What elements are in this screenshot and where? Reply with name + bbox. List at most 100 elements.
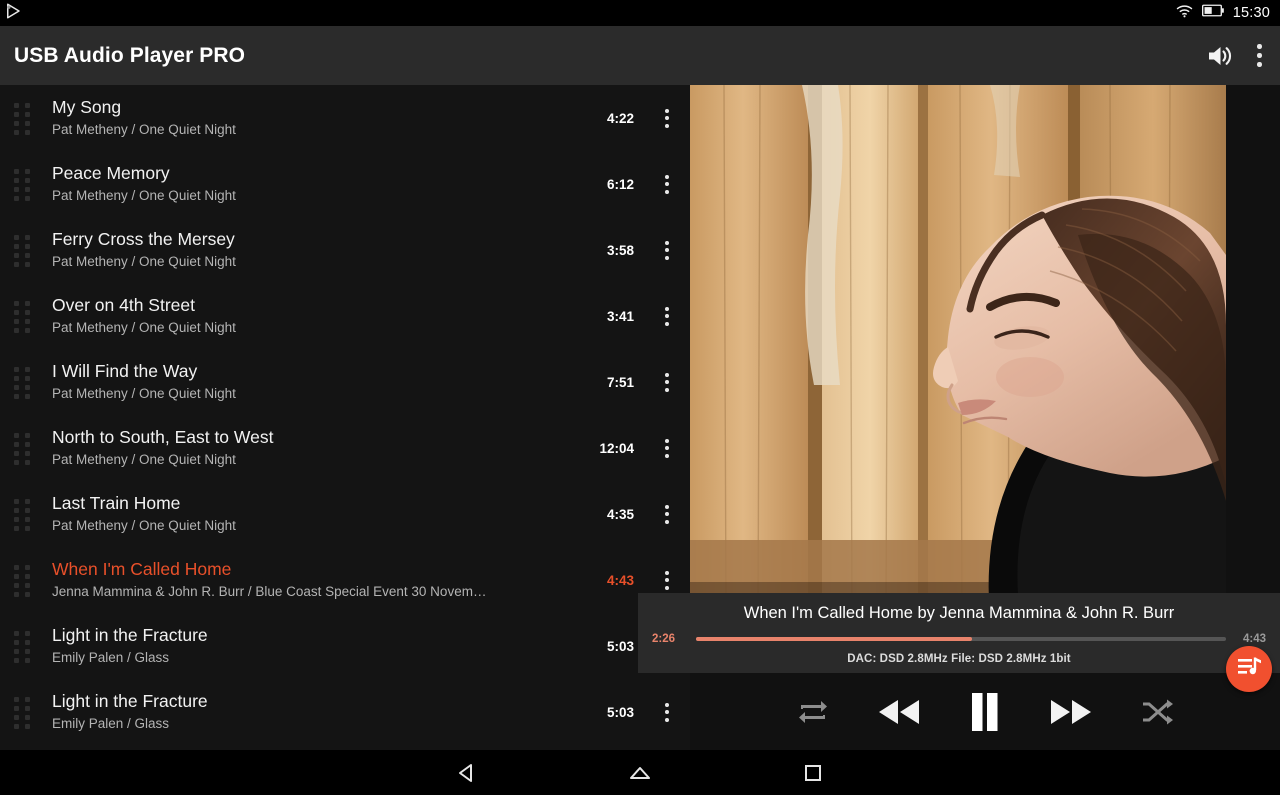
track-subtitle: Pat Metheny / One Quiet Night (52, 518, 236, 534)
repeat-icon[interactable] (796, 697, 830, 727)
track-info: Peace Memory Pat Metheny / One Quiet Nigh… (40, 162, 572, 206)
track-overflow-icon[interactable] (644, 372, 690, 392)
app-title: USB Audio Player PRO (14, 43, 246, 67)
track-overflow-icon[interactable] (644, 240, 690, 260)
drag-handle-icon[interactable] (14, 696, 40, 729)
drag-handle-icon[interactable] (14, 366, 40, 399)
battery-icon (1201, 4, 1224, 22)
drag-handle-icon[interactable] (14, 168, 40, 201)
track-title: North to South, East to West (52, 427, 274, 448)
track-subtitle: Pat Metheny / One Quiet Night (52, 320, 236, 336)
track-duration: 4:22 (606, 110, 634, 126)
track-row[interactable]: Light in the Fracture Emily Palen / Glass… (0, 679, 690, 745)
track-overflow-icon[interactable] (644, 174, 690, 194)
track-overflow-icon[interactable] (644, 438, 690, 458)
track-overflow-icon[interactable] (644, 702, 690, 722)
fast-forward-icon[interactable] (1048, 694, 1094, 730)
queue-music-icon (1236, 654, 1262, 685)
track-subtitle: Pat Metheny / One Quiet Night (52, 386, 236, 402)
track-row[interactable]: Peace Memory Pat Metheny / One Quiet Nigh… (0, 151, 690, 217)
track-row[interactable]: Over on 4th Street Pat Metheny / One Quie… (0, 283, 690, 349)
track-row[interactable]: Ferry Cross the Mersey Pat Metheny / One … (0, 217, 690, 283)
track-info: I Will Find the Way Pat Metheny / One Qui… (40, 360, 572, 404)
track-title: Peace Memory (52, 163, 170, 184)
rewind-icon[interactable] (876, 694, 922, 730)
track-title: Over on 4th Street (52, 295, 195, 316)
track-title: Light in the Fracture (52, 625, 208, 646)
volume-up-icon[interactable] (1205, 42, 1235, 70)
overflow-menu-icon[interactable] (1257, 44, 1262, 67)
drag-handle-icon[interactable] (14, 630, 40, 663)
track-info: Light in the Fracture Emily Palen / Glass (40, 624, 572, 668)
track-subtitle: Pat Metheny / One Quiet Night (52, 254, 236, 270)
track-duration: 4:43 (606, 572, 634, 588)
track-duration: 5:03 (606, 638, 634, 654)
track-subtitle: Pat Metheny / One Quiet Night (52, 452, 236, 468)
shuffle-icon[interactable] (1140, 697, 1174, 727)
track-row[interactable]: Last Train Home Pat Metheny / One Quiet N… (0, 481, 690, 547)
track-info: Last Train Home Pat Metheny / One Quiet N… (40, 492, 572, 536)
track-duration: 3:58 (606, 242, 634, 258)
content-area: My Song Pat Metheny / One Quiet Night 4:22… (0, 85, 1280, 750)
app-bar-actions (1205, 42, 1262, 70)
total-time: 4:43 (1242, 633, 1266, 646)
track-title: My Song (52, 97, 122, 118)
transport-controls (690, 673, 1280, 750)
track-subtitle: Emily Palen / Glass (52, 716, 170, 732)
android-status-bar: 15:30 (0, 0, 1280, 26)
track-subtitle: Jenna Mammina & John R. Burr / Blue Coas… (52, 584, 487, 600)
track-subtitle: Pat Metheny / One Quiet Night (52, 122, 236, 138)
drag-handle-icon[interactable] (14, 300, 40, 333)
track-title: Last Train Home (52, 493, 181, 514)
play-notification-icon (4, 2, 22, 25)
track-row[interactable]: Light in the Fracture Emily Palen / Glass… (0, 613, 690, 679)
now-playing-title: When I'm Called Home by Jenna Mammina & … (743, 604, 1175, 622)
drag-handle-icon[interactable] (14, 498, 40, 531)
elapsed-time: 2:26 (652, 633, 676, 646)
track-row[interactable]: My Song Pat Metheny / One Quiet Night 4:22 (0, 85, 690, 151)
track-info: My Song Pat Metheny / One Quiet Night (40, 96, 572, 140)
drag-handle-icon[interactable] (14, 102, 40, 135)
track-row[interactable]: North to South, East to West Pat Metheny … (0, 415, 690, 481)
track-overflow-icon[interactable] (644, 108, 690, 128)
album-art[interactable] (690, 85, 1226, 618)
track-overflow-icon[interactable] (644, 570, 690, 590)
app-bar: USB Audio Player PRO (0, 26, 1280, 85)
player-info-panel: When I'm Called Home by Jenna Mammina & … (638, 593, 1280, 673)
track-subtitle: Pat Metheny / One Quiet Night (52, 188, 236, 204)
track-duration: 7:51 (606, 374, 634, 390)
track-subtitle: Emily Palen / Glass (52, 650, 170, 666)
seek-bar-row: 2:26 4:43 (638, 624, 1280, 645)
queue-music-fab[interactable] (1226, 646, 1272, 692)
track-overflow-icon[interactable] (644, 504, 690, 524)
status-bar-clock: 15:30 (1232, 5, 1270, 21)
dac-format-info: DAC: DSD 2.8MHz File: DSD 2.8MHz 1bit (847, 653, 1071, 666)
status-bar-notifications (4, 2, 1176, 25)
track-duration: 12:04 (599, 440, 634, 456)
track-overflow-icon[interactable] (644, 306, 690, 326)
track-duration: 3:41 (606, 308, 634, 324)
track-row[interactable]: I Will Find the Way Pat Metheny / One Qui… (0, 349, 690, 415)
drag-handle-icon[interactable] (14, 234, 40, 267)
track-title: Ferry Cross the Mersey (52, 229, 235, 250)
track-duration: 6:12 (606, 176, 634, 192)
track-duration: 5:03 (606, 704, 634, 720)
app-screen: 15:30 USB Audio Player PRO My Song Pat Me… (0, 0, 1280, 795)
drag-handle-icon[interactable] (14, 432, 40, 465)
pause-icon[interactable] (968, 691, 1002, 733)
track-title: I Will Find the Way (52, 361, 198, 382)
track-info: Over on 4th Street Pat Metheny / One Quie… (40, 294, 572, 338)
seek-bar-fill (696, 637, 972, 642)
seek-bar[interactable] (696, 637, 1226, 642)
track-info: When I'm Called Home Jenna Mammina & John… (40, 558, 572, 602)
status-bar-indicators: 15:30 (1176, 4, 1270, 23)
home-icon[interactable] (610, 750, 670, 795)
track-title: Light in the Fracture (52, 691, 208, 712)
playlist[interactable]: My Song Pat Metheny / One Quiet Night 4:22… (0, 85, 690, 750)
track-info: Light in the Fracture Emily Palen / Glass (40, 690, 572, 734)
back-triangle-icon[interactable] (437, 750, 497, 795)
drag-handle-icon[interactable] (14, 564, 40, 597)
recents-square-icon[interactable] (783, 750, 843, 795)
wifi-icon (1176, 4, 1193, 23)
track-row[interactable]: When I'm Called Home Jenna Mammina & John… (0, 547, 690, 613)
